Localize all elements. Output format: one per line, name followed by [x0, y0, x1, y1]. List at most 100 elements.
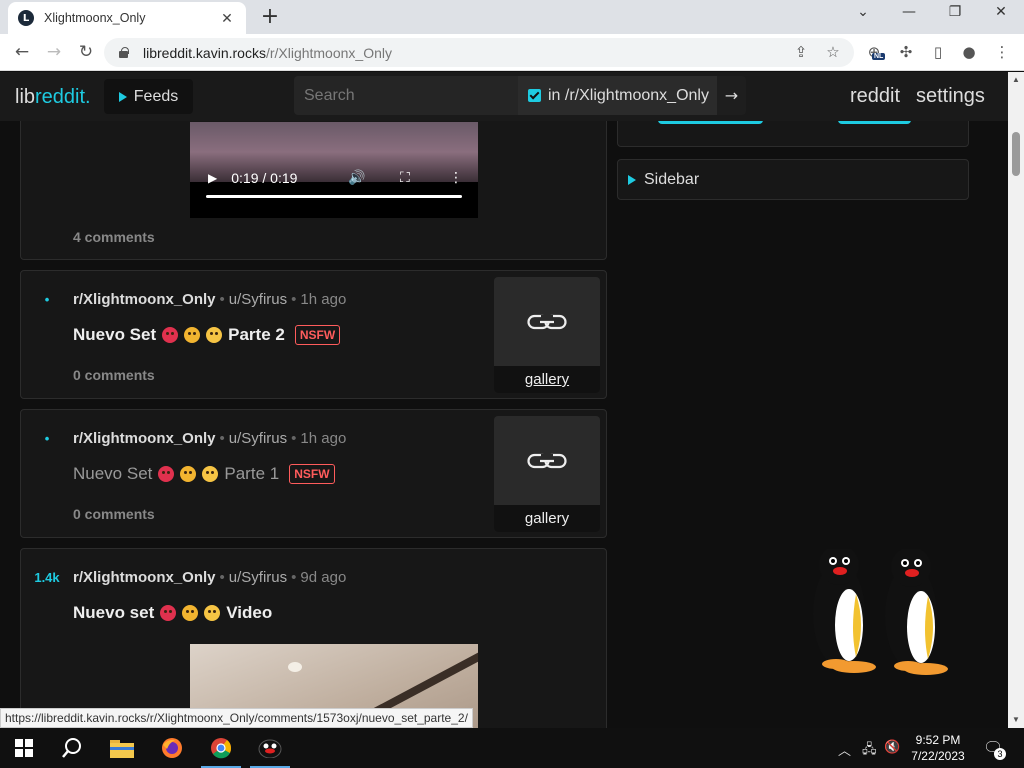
subreddit-link[interactable]: r/Xlightmoonx_Only — [73, 430, 216, 447]
tab-search-chevron-icon[interactable]: ⌄ — [840, 4, 886, 20]
minimize-button[interactable]: — — [886, 4, 932, 20]
gallery-thumbnail[interactable]: gallery — [494, 277, 600, 393]
comments-link[interactable]: 0 comments — [73, 367, 155, 383]
url-path: /r/Xlightmoonx_Only — [265, 44, 392, 61]
reddit-link[interactable]: reddit — [850, 85, 900, 108]
scroll-down-arrow-icon[interactable]: ▼ — [1012, 715, 1020, 724]
video-controls: ▶ 0:19 / 0:19 🔊 ⛶ ⋮ — [190, 158, 478, 198]
show-hidden-icons-icon[interactable]: ︿ — [838, 740, 851, 759]
angry-face-emoji-icon — [160, 605, 177, 621]
pleading-face-emoji-icon — [180, 466, 197, 482]
notification-count-badge: 3 — [994, 748, 1006, 760]
bookmark-star-icon[interactable]: ☆ — [823, 43, 843, 63]
author-link[interactable]: u/Syfirus — [229, 569, 287, 586]
video-progress-bar[interactable] — [206, 195, 462, 198]
browser-tab[interactable]: L Xlightmoonx_Only ✕ — [8, 2, 246, 34]
video-menu-icon[interactable]: ⋮ — [449, 170, 463, 186]
comments-link[interactable]: 0 comments — [73, 506, 155, 522]
expand-triangle-icon — [118, 91, 127, 102]
post-score: 1.4k — [34, 570, 60, 585]
browser-toolbar: ← → ↻ libreddit.kavin.rocks /r/Xlightmoo… — [0, 34, 1024, 71]
scroll-up-arrow-icon[interactable]: ▲ — [1012, 75, 1020, 84]
close-window-button[interactable]: ✕ — [978, 4, 1024, 20]
address-bar[interactable]: libreddit.kavin.rocks /r/Xlightmoonx_Onl… — [104, 38, 854, 67]
video-player[interactable]: ▶ 0:19 / 0:19 🔊 ⛶ ⋮ — [190, 122, 478, 218]
play-icon[interactable]: ▶ — [208, 171, 217, 185]
forward-button[interactable]: → — [42, 41, 66, 63]
search-form: in /r/Xlightmoonx_Only → — [294, 76, 746, 115]
author-link[interactable]: u/Syfirus — [229, 291, 287, 308]
sidebar-label: Sidebar — [644, 170, 700, 188]
smiling-face-emoji-icon — [202, 466, 219, 482]
network-icon[interactable]: 🖧 — [862, 740, 877, 762]
feeds-dropdown[interactable]: Feeds — [104, 79, 193, 114]
nsfw-badge: NSFW — [294, 325, 341, 345]
gallery-label: gallery — [494, 366, 600, 393]
search-taskbar-button[interactable] — [48, 728, 96, 768]
close-tab-icon[interactable]: ✕ — [218, 10, 236, 27]
post-card: 1.4k r/Xlightmoonx_Only • u/Syfirus • 9d ago… — [20, 548, 607, 728]
side-panel-icon[interactable]: ▯ — [928, 43, 948, 63]
post-meta: r/Xlightmoonx_Only • u/Syfirus • 1h ago — [73, 291, 347, 308]
search-input[interactable] — [294, 76, 518, 115]
comments-link[interactable]: 4 comments — [73, 229, 155, 245]
post-meta: r/Xlightmoonx_Only • u/Syfirus • 9d ago — [73, 569, 347, 586]
post-card: ▶ 0:19 / 0:19 🔊 ⛶ ⋮ 4 comments — [20, 121, 607, 260]
lock-icon — [118, 47, 129, 58]
logo-part-lib: lib — [15, 86, 36, 108]
angry-face-emoji-icon — [162, 327, 179, 343]
sidebar-toggle[interactable]: Sidebar — [617, 159, 969, 200]
search-submit-button[interactable]: → — [717, 76, 746, 115]
fullscreen-icon[interactable]: ⛶ — [400, 170, 410, 186]
libreddit-logo[interactable]: libreddit. — [15, 86, 91, 109]
restore-button[interactable]: ❐ — [932, 4, 978, 20]
pingu-app-icon — [258, 739, 282, 758]
subreddit-link[interactable]: r/Xlightmoonx_Only — [73, 291, 216, 308]
firefox-icon — [162, 738, 182, 758]
post-time: 9d ago — [300, 569, 347, 586]
subscribe-button[interactable] — [658, 121, 763, 124]
volume-muted-icon[interactable]: 🔇 — [884, 740, 900, 755]
author-link[interactable]: u/Syfirus — [229, 430, 287, 447]
firefox-button[interactable] — [148, 728, 196, 768]
scrollbar-thumb[interactable] — [1012, 132, 1020, 176]
subreddit-info-card — [617, 121, 969, 147]
new-tab-button[interactable]: + — [258, 4, 282, 29]
gallery-thumbnail[interactable]: gallery — [494, 416, 600, 532]
profile-avatar-icon[interactable]: ● — [959, 43, 979, 63]
angry-face-emoji-icon — [158, 466, 175, 482]
page-scrollbar[interactable]: ▲ ▼ — [1008, 72, 1024, 728]
feeds-label: Feeds — [133, 87, 179, 105]
extension-badge: NL — [872, 53, 886, 60]
link-icon — [527, 453, 567, 469]
folder-icon — [110, 740, 134, 758]
extensions-puzzle-icon[interactable]: ✣ — [896, 43, 916, 63]
start-button[interactable] — [0, 728, 48, 768]
chrome-button[interactable] — [197, 728, 245, 768]
post-card: • r/Xlightmoonx_Only • u/Syfirus • 1h ago Nu… — [20, 409, 607, 538]
restrict-checkbox[interactable] — [528, 89, 541, 102]
back-button[interactable]: ← — [10, 41, 34, 63]
file-explorer-button[interactable] — [98, 728, 146, 768]
reload-button[interactable]: ↻ — [74, 41, 98, 63]
settings-link[interactable]: settings — [916, 85, 985, 108]
subreddit-link[interactable]: r/Xlightmoonx_Only — [73, 569, 216, 586]
search-icon — [62, 738, 81, 758]
system-clock[interactable]: 9:52 PM 7/22/2023 — [904, 732, 972, 764]
pleading-face-emoji-icon — [184, 327, 201, 343]
clock-time: 9:52 PM — [915, 733, 961, 747]
post-title[interactable]: Nuevo set Video — [73, 603, 272, 623]
share-icon[interactable]: ⇪ — [791, 43, 811, 63]
logo-part-reddit: reddit. — [35, 86, 91, 108]
link-icon — [527, 314, 567, 330]
post-title[interactable]: Nuevo Set Parte 2 NSFW — [73, 325, 341, 345]
post-time: 1h ago — [300, 291, 347, 308]
nsfw-badge: NSFW — [289, 464, 335, 484]
filter-button[interactable] — [838, 121, 911, 124]
browser-menu-icon[interactable]: ⋮ — [992, 43, 1012, 63]
post-title[interactable]: Nuevo Set Parte 1 NSFW — [73, 464, 335, 484]
post-score: • — [44, 431, 50, 446]
pingu-app-button[interactable] — [246, 728, 294, 768]
restrict-subreddit-toggle[interactable]: in /r/Xlightmoonx_Only — [518, 76, 717, 115]
volume-icon[interactable]: 🔊 — [348, 170, 365, 186]
